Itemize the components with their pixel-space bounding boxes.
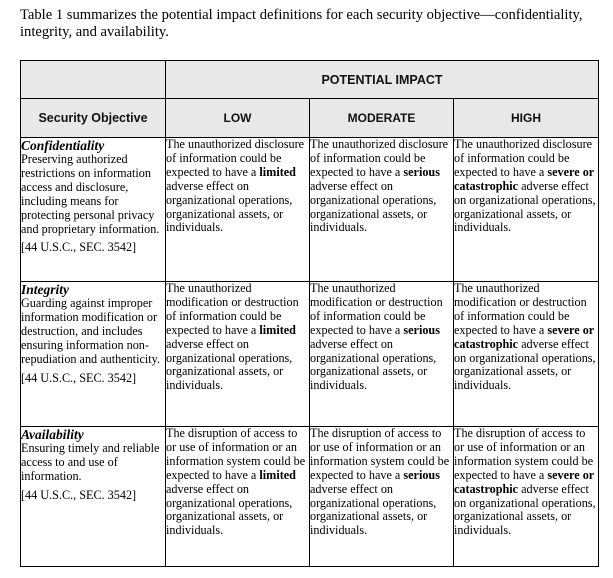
impact-cell-moderate: The unauthorized modification or destruc… [309, 281, 454, 427]
table-row-availability: Availability Ensuring timely and reliabl… [20, 426, 600, 567]
impact-cell-high: The unauthorized modification or destruc… [452, 281, 600, 427]
security-objective-header: Security Objective [20, 98, 166, 138]
table-row-integrity: Integrity Guarding against improper info… [20, 281, 600, 427]
impact-emphasis: limited [259, 164, 296, 179]
header-corner-cell [20, 60, 166, 99]
objective-title: Availability [21, 427, 84, 442]
impact-text: adverse effect on organizational operati… [166, 336, 293, 393]
objective-cell: Availability Ensuring timely and reliabl… [20, 426, 166, 567]
header-row-group: POTENTIAL IMPACT [20, 60, 600, 99]
objective-reference: [44 U.S.C., SEC. 3542] [21, 370, 137, 385]
level-header-high: HIGH [452, 98, 600, 138]
intro-paragraph: Table 1 summarizes the potential impact … [20, 7, 583, 40]
potential-impact-table: POTENTIAL IMPACT Security Objective LOW … [20, 60, 600, 567]
level-header-low: LOW [165, 98, 310, 138]
objective-cell: Integrity Guarding against improper info… [20, 281, 166, 427]
impact-cell-low: The disruption of access to or use of in… [165, 426, 310, 567]
impact-cell-high: The disruption of access to or use of in… [452, 426, 600, 567]
objective-reference: [44 U.S.C., SEC. 3542] [21, 240, 137, 255]
impact-text: adverse effect on organizational operati… [166, 481, 293, 538]
impact-emphasis: serious [403, 322, 440, 337]
impact-cell-moderate: The unauthorized disclosure of informati… [309, 137, 454, 282]
impact-cell-low: The unauthorized disclosure of informati… [165, 137, 310, 282]
impact-emphasis: serious [403, 467, 440, 482]
impact-cell-low: The unauthorized modification or destruc… [165, 281, 310, 427]
objective-cell: Confidentiality Preserving authorized re… [20, 137, 166, 282]
impact-text: adverse effect on organizational operati… [166, 178, 293, 235]
objective-description: Guarding against improper information mo… [21, 296, 160, 366]
objective-title: Confidentiality [21, 138, 105, 153]
objective-description: Ensuring timely and reliable access to a… [21, 441, 160, 483]
objective-title: Integrity [21, 282, 70, 297]
objective-description: Preserving authorized restrictions on in… [21, 152, 160, 236]
header-row-levels: Security Objective LOW MODERATE HIGH [20, 98, 600, 138]
impact-emphasis: serious [403, 164, 440, 179]
impact-cell-high: The unauthorized disclosure of informati… [452, 137, 600, 282]
objective-reference: [44 U.S.C., SEC. 3542] [21, 487, 137, 502]
impact-text: adverse effect on organizational operati… [310, 336, 437, 393]
impact-emphasis: limited [259, 322, 296, 337]
impact-text: adverse effect on organizational operati… [310, 178, 437, 235]
impact-text: adverse effect on organizational operati… [310, 481, 437, 538]
table-row-confidentiality: Confidentiality Preserving authorized re… [20, 137, 600, 282]
potential-impact-header: POTENTIAL IMPACT [164, 60, 600, 99]
impact-cell-moderate: The disruption of access to or use of in… [309, 426, 454, 567]
impact-emphasis: limited [259, 467, 296, 482]
level-header-moderate: MODERATE [309, 98, 454, 138]
